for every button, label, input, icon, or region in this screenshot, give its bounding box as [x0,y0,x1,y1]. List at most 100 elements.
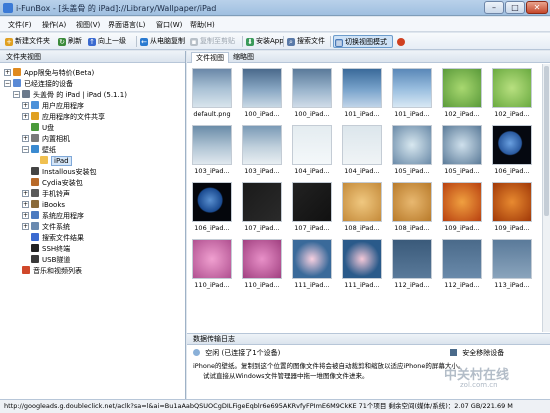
tab-file-view[interactable]: 文件视图 [191,52,229,63]
thumbnail-item[interactable]: 111_iPad... [341,239,383,289]
thumbnail-item[interactable]: 107_iPad... [291,182,333,232]
wallpaper-thumbnail [192,182,232,222]
install-app-button[interactable]: ⬇ 安装App [245,35,284,48]
tree-item[interactable]: + 应用程序的文件共享 [22,112,105,123]
tree-item[interactable]: − 已经连接的设备 [4,79,73,90]
tree-item-label: Installous安装包 [42,168,97,176]
tree-item[interactable]: + 手机铃声 [22,189,70,200]
menu-view[interactable]: 视图(V) [76,20,100,30]
tree-item-label: iBooks [42,201,66,209]
thumbnail-item[interactable]: 112_iPad... [391,239,433,289]
tree-item[interactable]: − 壁纸 [22,145,56,156]
copy-from-pc-button[interactable]: ← 从电脑复制 [139,35,185,48]
maximize-button[interactable]: □ [505,1,525,14]
thumbnail-filename: 110_iPad... [194,281,230,289]
thumbnail-item[interactable]: 107_iPad... [241,182,283,232]
expand-icon[interactable]: + [22,113,29,120]
expand-icon[interactable]: + [22,190,29,197]
tree-item[interactable]: + iBooks [22,200,65,211]
thumbnail-item[interactable]: 104_iPad... [341,125,383,175]
thumbnail-item[interactable]: 108_iPad... [341,182,383,232]
thumbnail-filename: 112_iPad... [444,281,480,289]
thumbnail-item[interactable]: 109_iPad... [441,182,483,232]
expand-icon[interactable]: + [22,223,29,230]
tree-item[interactable]: + 内置相机 [22,134,70,145]
collapse-icon[interactable]: − [13,91,20,98]
thumbnail-item[interactable]: 103_iPad... [191,125,233,175]
minimize-button[interactable]: – [484,1,504,14]
thumbnail-item[interactable]: 106_iPad... [191,182,233,232]
tree-item[interactable]: + 用户应用程序 [22,101,84,112]
menu-action[interactable]: 操作(A) [42,20,66,30]
thumbnail-item[interactable]: 111_iPad... [291,239,333,289]
thumbnail-item[interactable]: 101_iPad... [391,68,433,118]
wallpaper-thumbnail [442,68,482,108]
thumbnail-item[interactable]: 103_iPad... [241,125,283,175]
thumbnail-item[interactable]: 104_iPad... [291,125,333,175]
tree-item[interactable]: Installous安装包 [22,167,96,178]
menu-window[interactable]: 窗口(W) [156,20,182,30]
folder-icon [31,244,39,252]
tree-item[interactable]: 音乐和视频列表 [13,266,82,277]
eject-icon [450,349,457,356]
menu-help[interactable]: 帮助(H) [190,20,215,30]
menu-language[interactable]: 界面语言(L) [108,20,145,30]
wallpaper-thumbnail [392,125,432,165]
tree-item[interactable]: SSH终端 [22,244,70,255]
tree-item[interactable]: iPad [31,156,72,167]
thumbnail-filename: 109_iPad... [444,224,480,232]
thumbnail-item[interactable]: 102_iPad... [441,68,483,118]
thumbnail-item[interactable]: 113_iPad... [491,239,533,289]
tree-item[interactable]: USB隧道 [22,255,70,266]
refresh-icon: ↻ [58,38,66,46]
tree-item[interactable]: + 文件系统 [22,222,70,233]
folder-icon [40,156,48,164]
tree-item[interactable]: − 头盖骨 的 iPad | iPad (5.1.1) [13,90,127,101]
menu-file[interactable]: 文件(F) [8,20,32,30]
thumbnail-item[interactable]: 106_iPad... [491,125,533,175]
expand-icon[interactable]: + [4,69,11,76]
switch-view-button[interactable]: ▦ 切换视图模式 [333,35,393,48]
tree-item[interactable]: Cydia安装包 [22,178,83,189]
scrollbar-thumb[interactable] [544,66,549,216]
collapse-icon[interactable]: − [4,80,11,87]
tree-item[interactable]: 搜索文件结果 [22,233,84,244]
search-file-button[interactable]: ⌕ 搜索文件 [286,35,325,48]
thumbnail-item[interactable]: 100_iPad... [291,68,333,118]
folder-icon [31,233,39,241]
thumbnail-item[interactable]: 108_iPad... [391,182,433,232]
thumbnail-item[interactable]: 102_iPad... [491,68,533,118]
thumbnail-item[interactable]: 100_iPad... [241,68,283,118]
tree-item[interactable]: + App限免与特价(Beta) [4,68,94,79]
tree-item[interactable]: + 系统应用程序 [22,211,84,222]
collapse-icon[interactable]: − [22,146,29,153]
title-bar: i-FunBox - [头盖骨 的 iPad]://Library/Wallpa… [0,0,550,16]
thumbnail-scrollbar[interactable] [542,64,550,332]
close-button[interactable]: ✕ [526,1,548,14]
thumbnail-item[interactable]: 110_iPad... [241,239,283,289]
copy-to-clipboard-button[interactable]: ▪ 复制至剪贴 [189,35,235,48]
thumbnail-item[interactable]: 112_iPad... [441,239,483,289]
tree-item[interactable]: U盘 [22,123,54,134]
thumbnail-item[interactable]: 101_iPad... [341,68,383,118]
expand-icon[interactable]: + [22,212,29,219]
refresh-button[interactable]: ↻ 刷新 [57,35,82,48]
new-folder-button[interactable]: + 新建文件夹 [4,35,50,48]
thumbnail-item[interactable]: 109_iPad... [491,182,533,232]
thumbnail-item[interactable]: 105_iPad... [441,125,483,175]
folder-tree-panel: 文件夹视图 + App限免与特价(Beta) − 已经连接的设备 − 头盖骨 的 iPad… [0,51,186,399]
tab-thumbnails[interactable]: 缩略图 [229,52,258,63]
expand-icon[interactable]: + [22,135,29,142]
thumbnail-item[interactable]: 105_iPad... [391,125,433,175]
thumbnail-filename: 107_iPad... [294,224,330,232]
expand-icon[interactable]: + [22,102,29,109]
extra-tools-button[interactable] [396,35,410,48]
safe-remove-button[interactable]: 安全移除设备 [450,348,504,358]
status-bar: http://googleads.g.doubleclick.net/aclk?… [0,399,550,413]
thumbnail-filename: 105_iPad... [394,167,430,175]
expand-icon[interactable]: + [22,201,29,208]
thumbnail-item[interactable]: default.png [191,68,233,118]
up-level-button[interactable]: ↑ 向上一级 [87,35,126,48]
tree-item-label: SSH终端 [42,245,71,253]
thumbnail-item[interactable]: 110_iPad... [191,239,233,289]
